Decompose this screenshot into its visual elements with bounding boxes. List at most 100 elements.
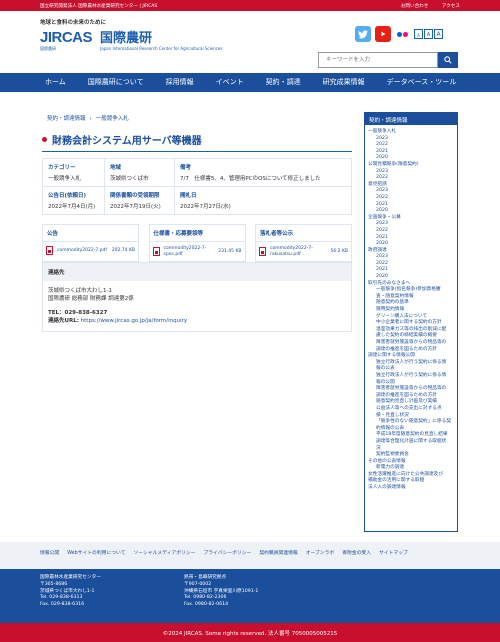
logo-sub: 国際農研 [40,46,56,51]
file-size: 202.74 KB [111,248,135,253]
sidebar-title: 契約・調達情報 [365,113,457,125]
footer-link-privacy[interactable]: プライバシーポリシー [203,549,251,562]
footer-link-disclosure[interactable]: 情報公開 [40,549,59,562]
font-size-switcher: A A A [413,29,443,39]
region-label: 地域 [110,165,122,171]
footer-link-sitemap[interactable]: サイトマップ [379,549,408,562]
access-link[interactable]: アクセス [442,4,460,9]
sidebar-item[interactable]: 一般競争(指名競争)参加資格審 [368,287,454,294]
sidebar-item[interactable]: 2023 [368,254,454,261]
nav-about[interactable]: 国際農研について [88,73,144,92]
copyright: ©2024 JIRCAS. Some rights reserved. 法人番号… [0,623,500,642]
font-size-medium[interactable]: A [424,29,433,39]
breadcrumb-parent[interactable]: 契約・調達情報 [47,116,86,122]
sidebar-item[interactable]: 2023 [368,188,454,195]
file-name[interactable]: commodity2022-7-rakusatsu.pdf [270,246,320,257]
sidebar-item[interactable]: 2020 [368,155,454,162]
category-value: 一般競争入札 [48,176,82,182]
font-size-large[interactable]: A [434,29,443,39]
deadline-label: 関係書類の受領期限 [110,193,160,199]
sidebar-item[interactable]: 障害者就労施設等からの物品等の [368,340,454,347]
sidebar-item[interactable]: 2022 [368,228,454,235]
note-value: 7/7 仕様書5、4、管理用PCのOSについて修正しました [180,176,321,182]
footer: 国際農林水産業研究センター 〒305-8686 茨城県つくば市大わし1-1 Te… [0,569,500,623]
sidebar-item[interactable]: 2020 [368,241,454,248]
site-logo[interactable]: JIRCAS 国際農研 国際農研 Japan International Res… [40,30,222,52]
pdf-icon [259,247,266,256]
breadcrumb-current[interactable]: 一般競争入札 [96,116,129,122]
file-link[interactable]: commodity2022-7-spec.pdf 231.45 KB [150,242,245,261]
region-value: 茨城県つくば市 [110,176,149,182]
nav-home[interactable]: ホーム [45,73,66,92]
contact-address: 茨城県つくば市大わし1-1 [48,288,112,294]
nav-recruit[interactable]: 採用情報 [166,73,194,92]
pdf-icon [152,247,160,256]
opening-date-label: 開札日 [180,193,197,199]
file-column-spec: 仕様書・応募要領等 commodity2022-7-spec.pdf 231.4… [148,224,246,262]
contact-url-link[interactable]: https://www.jircas.go.jp/ja/form/inquiry [81,318,188,324]
sidebar-item[interactable]: 一般競争入札 [368,129,454,136]
footer-link-social-policy[interactable]: ソーシャルメディアポリシー [134,549,196,562]
search-input[interactable] [318,52,438,68]
tagline: 地球と食料の未来のために [40,20,107,26]
opening-date-value: 2022年7月27日(水) [180,204,231,210]
sidebar-item[interactable]: 平成18年度随意契約の見直し結果 [368,432,454,439]
sidebar-item[interactable]: 報の公表 [368,366,454,373]
nav-events[interactable]: イベント [216,73,244,92]
file-column-award: 落札者等公示 commodity2022-7-rakusatsu.pdf 56.… [255,224,352,262]
footer-link-staff[interactable]: 契約職員関連情報 [259,549,297,562]
contact-tel: TEL：029-838-6327 [48,310,108,316]
sidebar-item[interactable]: 2022 [368,195,454,202]
sidebar-item[interactable]: 公開見積競争(隨意契約) [368,162,454,169]
footer-branch: 熱帯・島嶼研究拠点 〒907-0002 沖縄県石垣市 字真栄里川原1091-1 … [184,575,328,617]
sidebar-item[interactable]: 新電力の調達 [368,465,454,472]
sidebar-item[interactable]: 中小企業者に関する契約の方針 [368,320,454,327]
sidebar-item[interactable]: 2023 [368,221,454,228]
footer-branch-postal: 〒907-0002 [184,581,212,587]
footer-hq-name: 国際農林水産業研究センター [40,575,101,580]
footer-link-openlab[interactable]: オープンラボ [306,549,335,562]
contact-link[interactable]: お問い合わせ [401,4,429,9]
nav-database[interactable]: データベース・ツール [387,73,457,92]
notice-date-value: 2022年7月4日(月) [48,204,96,210]
file-header: 落札者等公示 [256,225,351,242]
sidebar-item[interactable]: 障害者就労施設等からの物品等の [368,386,454,393]
sidebar-item[interactable]: 2022 [368,175,454,182]
main-nav: ホーム 国際農研について 採用情報 イベント 契約・調達 研究成果情報 データベ… [0,73,500,92]
youtube-icon[interactable] [375,26,391,42]
info-table: カテゴリー 一般競争入札 地域 茨城県つくば市 備考 7/7 仕様書5、4、管理… [42,158,352,215]
sidebar-item[interactable]: 2020 [368,208,454,215]
sidebar-item[interactable]: 2020 [368,274,454,281]
nav-research[interactable]: 研究成果情報 [323,73,365,92]
sidebar-item[interactable]: 隨時契約情報 [368,307,454,314]
sidebar-item[interactable]: 独立行政法人が行う契約に係る情 [368,373,454,380]
font-size-small[interactable]: A [414,29,423,39]
footer-hq-fax: Fax. 029-838-6316 [40,602,85,608]
sidebar-item[interactable]: 法人入の調達情報 [368,485,454,492]
footer-link-donation[interactable]: 寄附金の受入 [342,549,371,562]
file-name[interactable]: commodity2022-7.pdf [57,248,107,254]
file-name[interactable]: commodity2022-7-spec.pdf [164,246,214,257]
sidebar-item[interactable]: 公益法人等への支出に対する点 [368,406,454,413]
search-button[interactable] [438,52,458,68]
file-link[interactable]: commodity2022-7-rakusatsu.pdf 56.2 KB [256,242,351,261]
nav-procurement[interactable]: 契約・調達 [266,73,301,92]
document-files: 公告 commodity2022-7.pdf 202.74 KB 仕様書・応募要… [42,224,352,262]
notice-date-label: 公告日(依頼日) [48,193,87,199]
sidebar-item[interactable]: 随意契約見直し計画及び実績 [368,399,454,406]
sidebar-item[interactable]: 「競争性のない随意契約」に係る契 [368,419,454,426]
sidebar-item[interactable]: 調達等合理化計画に関する取組状 [368,439,454,446]
sidebar-item[interactable]: 慮した契約の締結実績の概要 [368,333,454,340]
twitter-icon[interactable] [355,26,371,42]
top-bar: 国立研究開発法人 国際農林水産業研究センター | JIRCAS お問い合わせ ア… [0,0,500,11]
sidebar-item[interactable]: 契約監視委員会 [368,452,454,459]
breadcrumb-separator: › [89,116,92,122]
sidebar-item[interactable]: 2022 [368,142,454,149]
flickr-icon[interactable] [395,26,409,42]
footer-link-site-usage[interactable]: Webサイトの利用について [67,549,125,562]
file-size: 56.2 KB [330,249,349,254]
file-link[interactable]: commodity2022-7.pdf 202.74 KB [43,242,138,259]
sidebar-item[interactable]: 調達に関する情報公開 [368,353,454,360]
contact-box: 連絡先 茨城県つくば市大わし1-1 国際農研 総務部 財務課 調達第2係 TEL… [42,262,352,332]
site-name-en: Japan International Research Center for … [100,45,223,51]
